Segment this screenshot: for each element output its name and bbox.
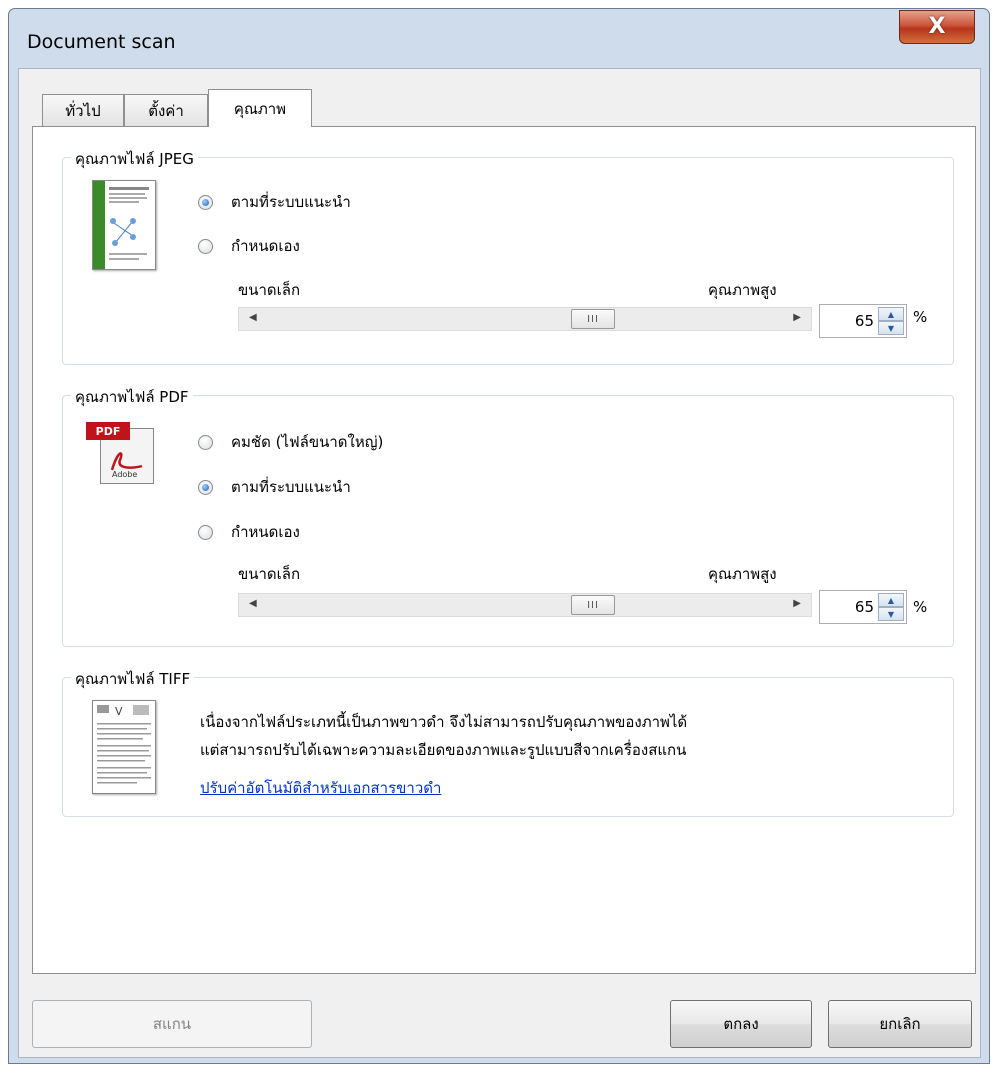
close-icon: X — [928, 14, 946, 39]
pdf-file-icon: PDF Adobe — [86, 422, 158, 486]
pdf-slider-min-label: ขนาดเล็ก — [238, 565, 301, 583]
jpeg-recommended-radio[interactable] — [198, 194, 213, 210]
pdf-group-title: คุณภาพไฟล์ PDF — [71, 385, 193, 409]
jpeg-quality-slider[interactable]: ◀ III ▶ — [238, 307, 812, 331]
jpeg-slider-min-label: ขนาดเล็ก — [238, 281, 301, 299]
slider-left-arrow-icon[interactable]: ◀ — [249, 312, 257, 323]
cancel-button[interactable]: ยกเลิก — [828, 1000, 972, 1048]
pdf-custom-radio[interactable] — [198, 524, 213, 540]
title-bar[interactable]: Document scan X — [9, 9, 989, 69]
jpeg-recommended-label: ตามที่ระบบแนะนำ — [231, 193, 351, 211]
scan-button[interactable]: สแกน — [32, 1000, 312, 1048]
tiff-description-line-1: เนื่องจากไฟล์ประเภทนี้เป็นภาพขาวดำ จึงไม… — [200, 713, 688, 731]
ok-button[interactable]: ตกลง — [670, 1000, 812, 1048]
slider-grip-icon: III — [587, 313, 599, 325]
pdf-option-sharp[interactable]: คมชัด (ไฟล์ขนาดใหญ่) — [198, 430, 383, 454]
tiff-auto-adjust-link[interactable]: ปรับค่าอัตโนมัติสำหรับเอกสารขาวดำ — [200, 776, 441, 800]
jpeg-slider-max-label: คุณภาพสูง — [708, 281, 777, 299]
pdf-sharp-label: คมชัด (ไฟล์ขนาดใหญ่) — [231, 433, 384, 451]
tab-settings-label: ตั้งค่า — [148, 101, 184, 120]
jpeg-custom-label: กำหนดเอง — [231, 237, 300, 255]
jpeg-custom-radio[interactable] — [198, 238, 213, 254]
pdf-slider-max-label: คุณภาพสูง — [708, 565, 777, 583]
jpeg-group-title: คุณภาพไฟล์ JPEG — [71, 147, 198, 171]
svg-text:V: V — [115, 705, 123, 718]
spin-up-icon[interactable]: ▲ — [878, 307, 904, 321]
pdf-quality-slider[interactable]: ◀ III ▶ — [238, 593, 812, 617]
pdf-recommended-label: ตามที่ระบบแนะนำ — [231, 478, 351, 496]
spin-down-icon[interactable]: ▼ — [878, 321, 904, 335]
tab-quality-label: คุณภาพ — [233, 99, 287, 118]
pdf-recommended-radio[interactable] — [198, 479, 213, 495]
tab-settings[interactable]: ตั้งค่า — [124, 94, 208, 126]
jpeg-quality-spinbox[interactable]: 65 ▲ ▼ — [819, 304, 907, 338]
ok-button-label: ตกลง — [723, 1015, 759, 1033]
window-title: Document scan — [27, 31, 176, 53]
adobe-brand-text: Adobe — [112, 470, 138, 479]
scan-button-label: สแกน — [152, 1015, 192, 1033]
pdf-unit-label: % — [913, 598, 928, 616]
jpeg-option-custom[interactable]: กำหนดเอง — [198, 234, 300, 258]
pdf-sharp-radio[interactable] — [198, 434, 213, 450]
spin-up-icon[interactable]: ▲ — [878, 593, 904, 607]
cancel-button-label: ยกเลิก — [879, 1015, 921, 1033]
tiff-description-line-2: แต่สามารถปรับได้เฉพาะความละเอียดของภาพแล… — [200, 741, 687, 759]
tiff-document-icon: V — [92, 700, 156, 794]
jpeg-option-recommended[interactable]: ตามที่ระบบแนะนำ — [198, 190, 351, 214]
pdf-slider-thumb[interactable]: III — [571, 595, 615, 615]
pdf-option-recommended[interactable]: ตามที่ระบบแนะนำ — [198, 475, 351, 499]
tab-quality[interactable]: คุณภาพ — [208, 89, 312, 127]
slider-right-arrow-icon[interactable]: ▶ — [793, 312, 801, 323]
jpeg-slider-thumb[interactable]: III — [571, 309, 615, 329]
spin-down-icon[interactable]: ▼ — [878, 607, 904, 621]
pdf-quality-spinbox[interactable]: 65 ▲ ▼ — [819, 590, 907, 624]
slider-right-arrow-icon[interactable]: ▶ — [793, 598, 801, 609]
close-button[interactable]: X — [899, 10, 975, 44]
jpeg-document-icon — [92, 180, 156, 270]
pdf-option-custom[interactable]: กำหนดเอง — [198, 520, 300, 544]
pdf-quality-value[interactable]: 65 — [855, 598, 874, 616]
pdf-badge: PDF — [86, 422, 130, 440]
pdf-custom-label: กำหนดเอง — [231, 523, 300, 541]
slider-grip-icon: III — [587, 599, 599, 611]
jpeg-unit-label: % — [913, 308, 928, 326]
jpeg-quality-value[interactable]: 65 — [855, 312, 874, 330]
slider-left-arrow-icon[interactable]: ◀ — [249, 598, 257, 609]
tiff-group-title: คุณภาพไฟล์ TIFF — [71, 667, 195, 691]
tab-general[interactable]: ทั่วไป — [42, 94, 124, 126]
tab-general-label: ทั่วไป — [65, 101, 101, 120]
